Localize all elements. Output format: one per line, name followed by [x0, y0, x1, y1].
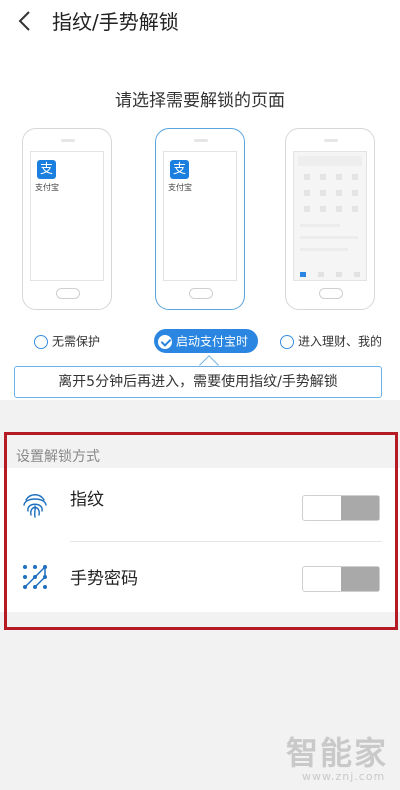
phone-preview-no-protection[interactable]: 支 支付宝	[22, 128, 112, 310]
page-selector-area: 请选择需要解锁的页面 支 支付宝 支 支付宝 无需保护 启动支付宝时 进入理财、…	[0, 46, 400, 400]
mini-tab-active	[300, 272, 306, 277]
phone-speaker	[194, 139, 208, 142]
phone-screen: 支 支付宝	[163, 151, 237, 281]
header-bar: 指纹/手势解锁	[0, 0, 400, 46]
mini-tab	[354, 272, 360, 277]
phone-speaker	[324, 139, 338, 142]
mini-tab	[318, 272, 324, 277]
mini-text-line	[300, 236, 358, 239]
home-button	[189, 288, 213, 299]
phone-preview-launch[interactable]: 支 支付宝	[155, 128, 245, 310]
mini-icon	[320, 174, 326, 180]
app-label: 支付宝	[35, 183, 59, 192]
alipay-icon: 支	[37, 160, 56, 179]
home-button	[319, 288, 343, 299]
option-no-protection[interactable]: 无需保护	[34, 329, 100, 353]
mini-icon	[336, 206, 342, 212]
select-page-prompt: 请选择需要解锁的页面	[115, 91, 285, 111]
mini-icon	[320, 206, 326, 212]
alipay-icon: 支	[170, 160, 189, 179]
mini-icon	[304, 174, 310, 180]
option-enter-wealth[interactable]: 进入理财、我的	[280, 329, 382, 353]
mini-text-line	[300, 224, 340, 227]
home-button	[56, 288, 80, 299]
radio-icon	[34, 334, 48, 349]
mini-tab	[336, 272, 342, 277]
phone-speaker	[61, 139, 75, 142]
mini-banner	[298, 156, 362, 166]
mini-icon	[336, 190, 342, 196]
app-label: 支付宝	[168, 183, 192, 192]
watermark-url: www.znj.com	[302, 770, 386, 783]
mini-text-line	[300, 248, 348, 251]
watermark-logo: 智能家	[286, 734, 389, 772]
mini-icon	[352, 190, 358, 196]
mini-icon	[304, 190, 310, 196]
mini-icon	[352, 206, 358, 212]
radio-icon	[280, 334, 294, 349]
mini-icon	[304, 206, 310, 212]
mini-icon	[320, 190, 326, 196]
highlight-frame	[4, 432, 398, 630]
phone-preview-wealth[interactable]	[285, 128, 375, 310]
unlock-note: 离开5分钟后再进入，需要使用指纹/手势解锁	[14, 366, 382, 398]
phone-screen	[293, 151, 367, 281]
back-arrow-icon[interactable]	[14, 9, 38, 33]
option-launch-alipay[interactable]: 启动支付宝时	[154, 329, 259, 353]
page-title: 指纹/手势解锁	[52, 10, 179, 34]
mini-icon	[336, 174, 342, 180]
check-icon	[158, 334, 172, 349]
phone-screen: 支 支付宝	[30, 151, 104, 281]
mini-icon	[352, 174, 358, 180]
